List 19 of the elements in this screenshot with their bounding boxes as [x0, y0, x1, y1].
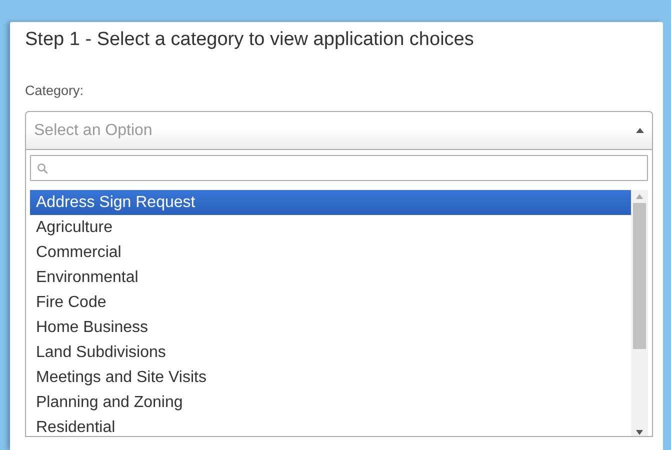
option-item[interactable]: Fire Code — [30, 290, 631, 315]
search-icon — [37, 162, 48, 174]
scrollbar-thumb[interactable] — [633, 203, 646, 349]
search-field[interactable] — [30, 155, 648, 181]
scroll-up-icon[interactable] — [636, 194, 643, 199]
option-item[interactable]: Commercial — [30, 240, 631, 265]
option-item[interactable]: Residential — [30, 415, 631, 436]
option-item[interactable]: Land Subdivisions — [30, 340, 631, 365]
option-item[interactable]: Planning and Zoning — [30, 390, 631, 415]
option-item[interactable]: Address Sign Request — [30, 190, 631, 215]
option-item[interactable]: Meetings and Site Visits — [30, 365, 631, 390]
option-item[interactable]: Home Business — [30, 315, 631, 340]
option-item[interactable]: Agriculture — [30, 215, 631, 240]
category-label: Category: — [25, 82, 84, 100]
option-item[interactable]: Environmental — [30, 265, 631, 290]
scroll-down-icon[interactable] — [636, 430, 643, 435]
caret-icon — [636, 128, 644, 133]
step-heading: Step 1 - Select a category to view application choices — [25, 28, 474, 52]
scrollbar[interactable] — [631, 190, 648, 436]
